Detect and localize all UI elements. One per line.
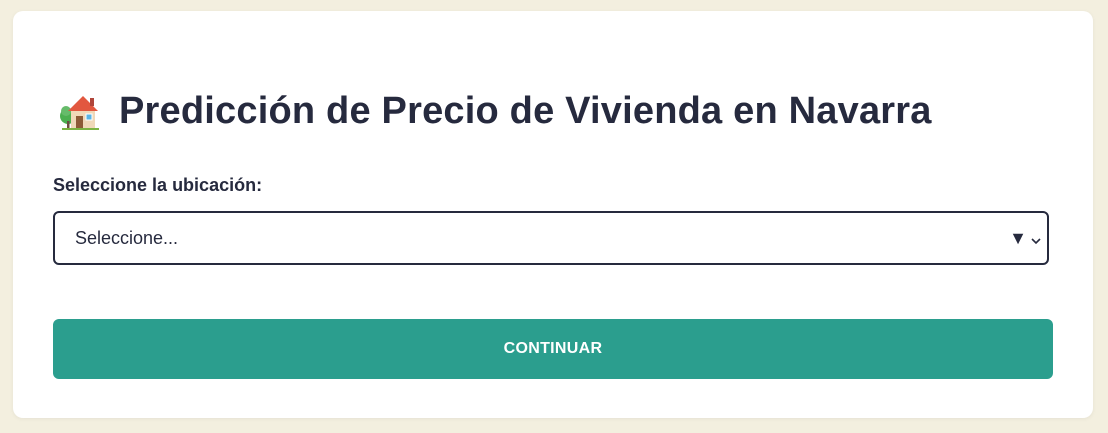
caret-down-icon: ▼ — [1009, 227, 1027, 248]
location-select-value: Seleccione... — [75, 227, 179, 248]
location-select[interactable]: Seleccione... ▼ — [53, 211, 1049, 265]
continue-button[interactable]: CONTINUAR — [53, 319, 1053, 379]
header: Predicción de Precio de Vivienda en Nava… — [59, 89, 932, 133]
form-card: Predicción de Precio de Vivienda en Nava… — [13, 11, 1093, 418]
location-label: Seleccione la ubicación: — [53, 175, 263, 195]
page-title: Predicción de Precio de Vivienda en Nava… — [119, 89, 932, 132]
house-with-tree-icon — [59, 91, 101, 131]
chevron-down-icon — [1031, 233, 1041, 245]
